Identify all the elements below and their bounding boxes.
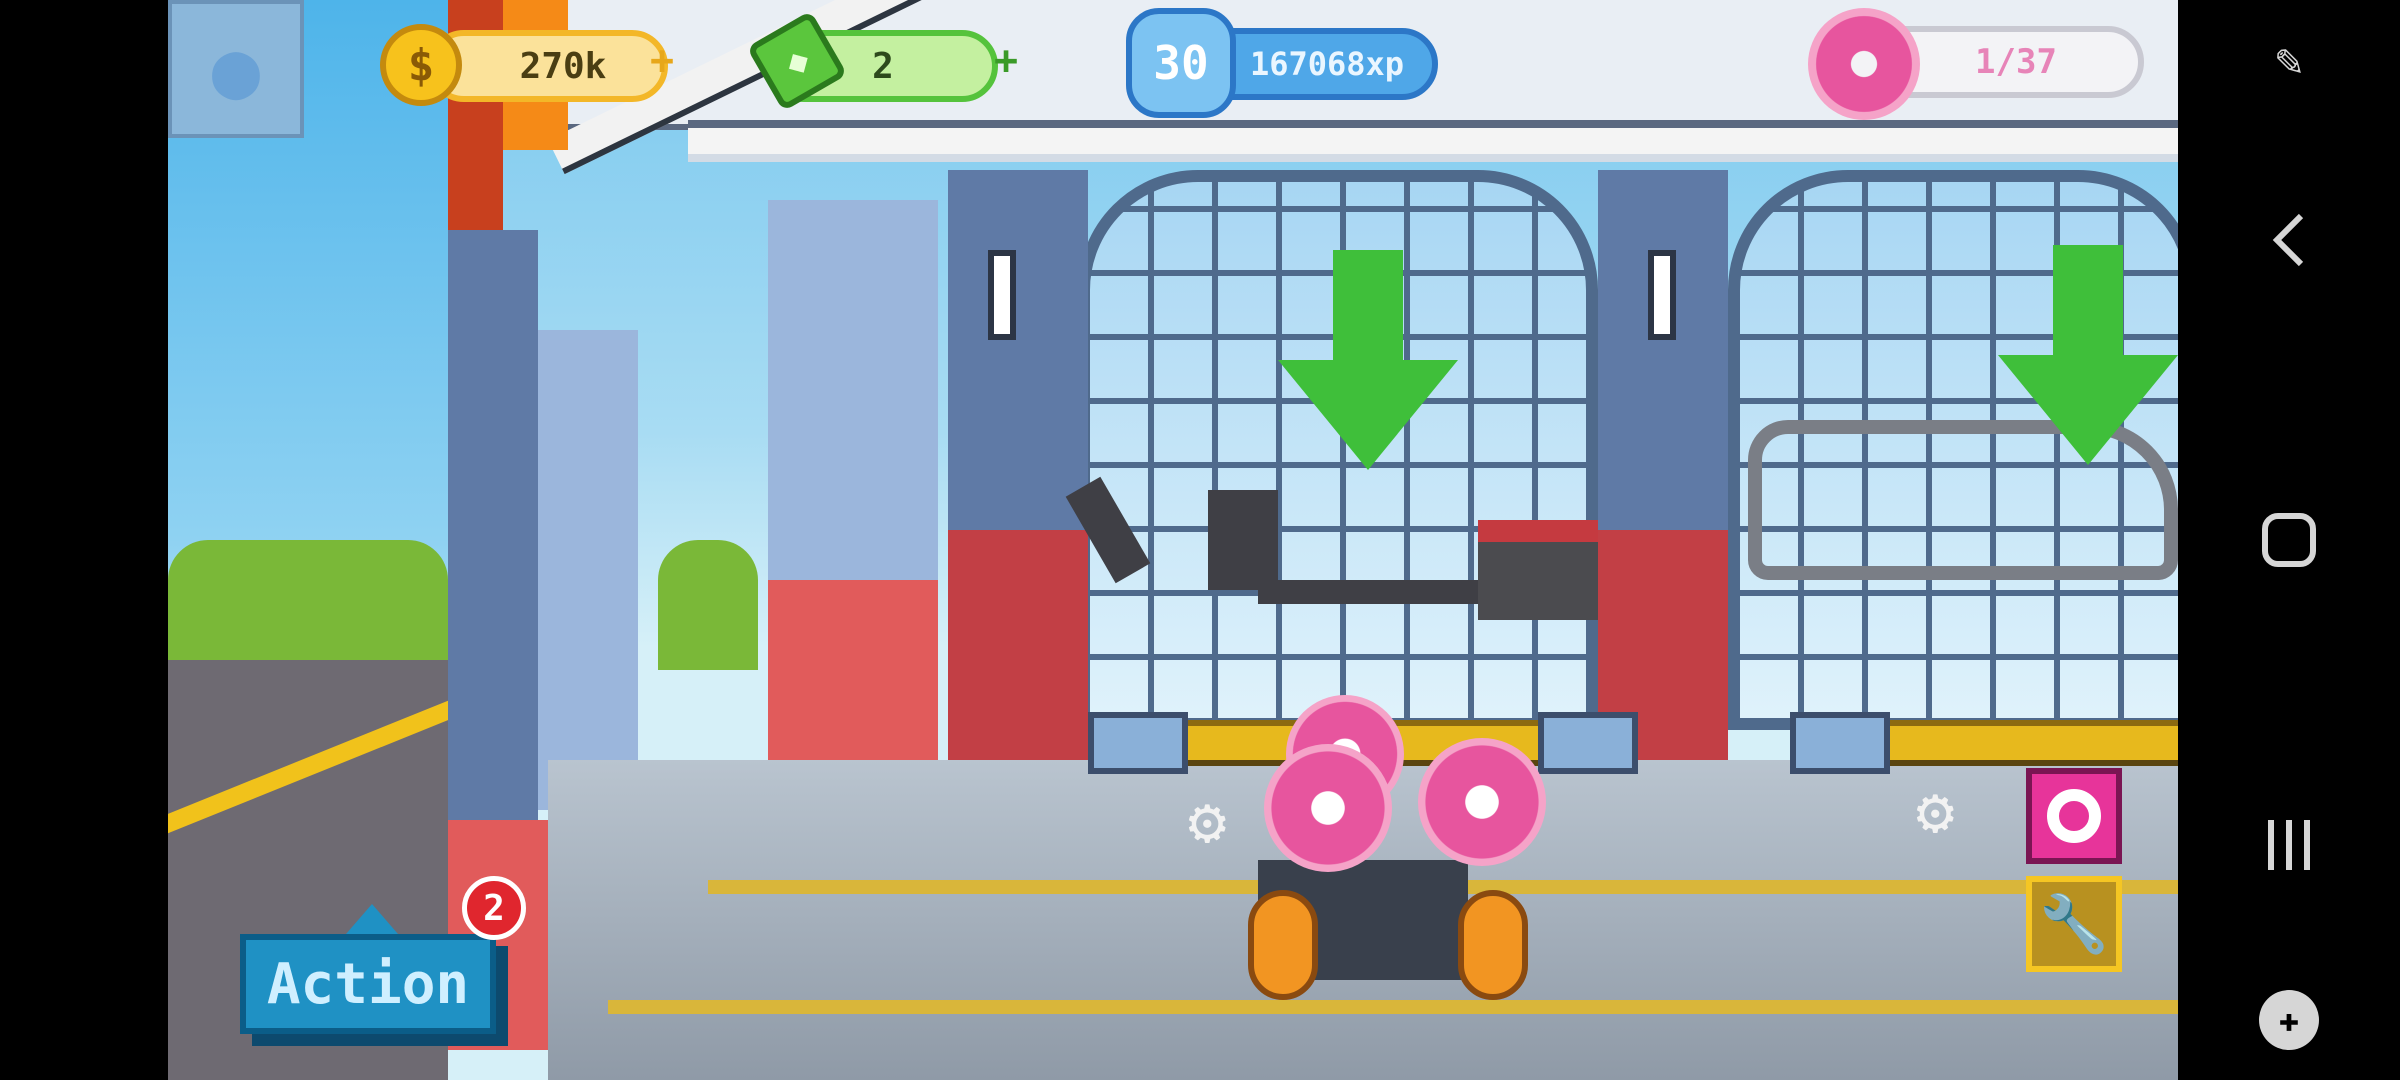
engine-block — [1478, 520, 1598, 620]
recents-bars-icon — [2268, 820, 2310, 870]
home-square-icon — [2262, 513, 2316, 567]
building-pillar — [948, 170, 1088, 530]
wall-lamp — [988, 250, 1016, 340]
action-badge: 2 — [462, 876, 526, 940]
gear-icon: ⚙ — [1916, 775, 1955, 849]
back-button[interactable] — [2178, 180, 2400, 300]
wrench-icon: 🔧 — [2039, 892, 2109, 957]
coin-value: 270k — [519, 45, 607, 87]
building-pillar-base — [948, 530, 1088, 760]
screenshot-edit-icon[interactable]: ✎ — [2178, 0, 2400, 120]
bush — [658, 540, 758, 670]
donut-icon — [1808, 8, 1920, 120]
donut-count: 1/37 — [1975, 42, 2057, 82]
bush — [168, 540, 448, 670]
character-wheel — [1248, 890, 1318, 1000]
building-pillar — [448, 230, 538, 830]
down-arrow-icon[interactable] — [1998, 245, 2178, 465]
xp-value: 167068xp — [1249, 45, 1405, 83]
cash-value: 2 — [872, 45, 894, 87]
character-wheel — [1458, 890, 1528, 1000]
dollar-coin-icon: $ — [380, 24, 462, 106]
add-coins-icon[interactable]: + — [650, 38, 674, 84]
building-pillar — [1598, 170, 1728, 530]
game-controller-icon[interactable]: ✚ — [2178, 960, 2400, 1080]
game-viewport[interactable]: ⚙ ● 270k $ + 2 ◆ + 167068xp 30 1/37 Acti… — [168, 0, 2178, 1080]
back-chevron-icon — [2272, 213, 2304, 267]
player-avatar[interactable]: ● — [168, 0, 304, 138]
rail-cart — [1538, 712, 1638, 774]
down-arrow-icon[interactable] — [1278, 250, 1458, 470]
gear-icon: ⚙ — [1188, 785, 1227, 859]
system-nav-bar: ✎ ✚ — [2178, 0, 2400, 1080]
car-part — [1208, 490, 1278, 590]
donut-ring-icon — [2047, 789, 2101, 843]
coin-counter[interactable]: 270k — [428, 30, 668, 102]
donut-icon[interactable] — [1418, 738, 1546, 866]
action-tip — [346, 904, 398, 934]
action-button[interactable]: Action — [240, 934, 496, 1034]
level-star-icon: 30 — [1126, 8, 1236, 118]
donut-icon[interactable] — [1264, 744, 1392, 872]
avatar-silhouette-icon: ● — [211, 22, 261, 116]
rail-cart — [1088, 712, 1188, 774]
building-pillar — [538, 330, 638, 810]
level-value: 30 — [1153, 36, 1209, 90]
floor-stripe — [608, 1000, 2178, 1014]
add-cash-icon[interactable]: + — [994, 38, 1018, 84]
wall-lamp — [1648, 250, 1676, 340]
home-button[interactable] — [2178, 480, 2400, 600]
building-pillar — [768, 200, 938, 580]
rail-cart — [1790, 712, 1890, 774]
ceiling-pipe — [688, 120, 2178, 162]
donut-tool-button[interactable] — [2026, 768, 2122, 864]
wrench-button[interactable]: 🔧 — [2026, 876, 2122, 972]
recents-button[interactable] — [2178, 785, 2400, 905]
